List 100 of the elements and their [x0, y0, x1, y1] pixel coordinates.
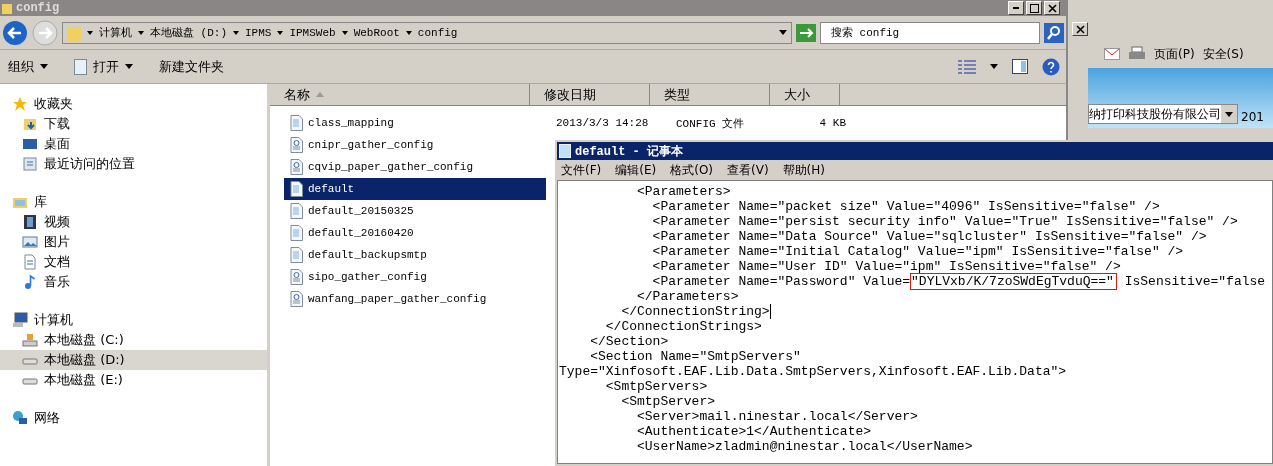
nav-item[interactable]: 计算机 [0, 310, 267, 330]
refresh-icon[interactable] [796, 23, 816, 42]
toolbar-button[interactable]: 组织 [6, 55, 50, 78]
toolbar-menu[interactable]: 页面(P) [1154, 45, 1195, 63]
file-name: wanfang_paper_gather_config [308, 293, 488, 305]
breadcrumb-item[interactable]: 本地磁盘 (D:) [150, 25, 227, 40]
nav-item[interactable]: 本地磁盘 (E:) [0, 370, 267, 390]
search-field[interactable]: 搜索 config [820, 21, 1040, 44]
recent-places-icon [22, 156, 38, 172]
column-header[interactable]: 修改日期 [530, 84, 650, 105]
minimize-button[interactable] [1008, 1, 1024, 15]
caret-icon[interactable] [990, 64, 998, 69]
settings-file-icon [289, 269, 303, 285]
desktop-icon [22, 136, 38, 152]
code-line: <Parameter Name="Initial Catalog" Value="ipm" IsSensitive="false" /> [651, 244, 1184, 259]
file-row[interactable]: default_20160420 [284, 222, 546, 244]
column-header[interactable]: 类型 [650, 84, 770, 105]
column-header[interactable]: 名称 [270, 84, 530, 105]
toolbar-button[interactable]: 打开 [72, 55, 135, 78]
back-icon[interactable] [2, 19, 28, 46]
nav-item[interactable]: 图片 [0, 232, 267, 252]
file-row[interactable]: default_backupsmtp [284, 244, 546, 266]
code-line: <SmtpServers> [604, 379, 708, 394]
nav-item[interactable]: 收藏夹 [0, 94, 267, 114]
file-row[interactable]: sipo_gather_config [284, 266, 546, 288]
settings-file-icon [289, 137, 303, 153]
code-line: <UserName>zladmin@ninestar.local</UserName> [636, 439, 973, 454]
code-line: <Parameter Name="Data Source" Value="sqlcluster" IsSensitive="false" /> [651, 229, 1207, 244]
text-file-icon [289, 247, 303, 263]
text-file-icon [289, 115, 303, 131]
close-button[interactable] [1072, 22, 1088, 36]
picture-icon [22, 234, 38, 250]
menu-item[interactable]: 帮助(H) [782, 161, 825, 179]
code-line: <SmtpServer> [620, 394, 716, 409]
breadcrumb-item[interactable]: WebRoot [353, 26, 400, 39]
computer-icon [12, 312, 28, 328]
nav-item[interactable]: 文档 [0, 252, 267, 272]
text-file-icon [289, 181, 303, 197]
film-icon [22, 214, 38, 230]
printer-icon[interactable] [1128, 46, 1146, 62]
column-header[interactable]: 大小 [770, 84, 840, 105]
code-line: <Server>mail.ninestar.local</Server> [636, 409, 918, 424]
caret-icon [233, 30, 239, 35]
file-row[interactable]: default_20150325 [284, 200, 546, 222]
code-line: </ConnectionString> [620, 304, 770, 319]
nav-item[interactable]: 最近访问的位置 [0, 154, 267, 174]
maximize-button[interactable] [1026, 1, 1042, 15]
size-cell-text: 4 KB [818, 117, 846, 129]
nav-item[interactable]: 网络 [0, 408, 267, 428]
caret-icon [40, 64, 48, 69]
file-row[interactable]: cnipr_gather_config [284, 134, 546, 156]
code-line: </Parameters> [636, 289, 739, 304]
breadcrumb-item[interactable]: 计算机 [99, 25, 132, 40]
minimize-icon [1013, 7, 1019, 9]
nav-item[interactable]: 音乐 [0, 272, 267, 292]
nav-item[interactable]: 本地磁盘 (C:) [0, 330, 267, 350]
breadcrumb-item[interactable]: IPMS [245, 26, 272, 39]
menu-item[interactable]: 编辑(E) [615, 161, 657, 179]
text-cursor [769, 304, 771, 319]
code-line: <Section Name="SmtpServers" [589, 349, 801, 364]
nav-item[interactable]: 库 [0, 192, 267, 212]
code-line: </Section> [589, 334, 669, 349]
preview-pane-icon[interactable] [1012, 59, 1028, 74]
caret-icon[interactable] [779, 30, 787, 35]
menu-item[interactable]: 查看(V) [727, 161, 769, 179]
code-line: <Parameter Name="User ID" Value="ipm" IsSensitive="false" /> [651, 259, 1121, 274]
file-name: class_mapping [308, 117, 395, 129]
mail-icon[interactable] [1104, 48, 1120, 60]
nav-item[interactable]: 桌面 [0, 134, 267, 154]
star-icon [12, 96, 28, 112]
caret-icon [405, 30, 412, 35]
code-line: <Parameter Name="Password" Value= [651, 274, 911, 289]
help-icon[interactable] [1042, 57, 1060, 76]
menu-item[interactable]: 文件(F) [561, 161, 602, 179]
nav-item[interactable]: 本地磁盘 (D:) [0, 350, 267, 370]
caret-icon [138, 30, 144, 35]
company-dropdown[interactable]: 纳打印科技股份有限公司 [1088, 104, 1238, 124]
address-bar[interactable]: 计算机 本地磁盘 (D:) IPMS IPMSWeb WebRoot config [62, 21, 792, 44]
file-row[interactable]: cqvip_paper_gather_config [284, 156, 546, 178]
year-text: 201 [1241, 110, 1264, 124]
menu-item[interactable]: 格式(O) [670, 161, 714, 179]
highlighted-value: "DYLVxb/K/7zoSWdEgTvduQ==" [910, 273, 1117, 290]
nav-item[interactable]: 视频 [0, 212, 267, 232]
code-line: <Parameter Name="packet size" Value="4096" IsSensitive="false" /> [651, 199, 1160, 214]
caret-icon [125, 64, 133, 69]
close-button[interactable] [1044, 1, 1060, 15]
download-folder-icon [22, 116, 38, 132]
file-name: default_backupsmtp [308, 249, 428, 261]
breadcrumb-item[interactable]: config [417, 26, 458, 39]
file-name: default_20150325 [308, 205, 415, 217]
file-row[interactable]: default [284, 178, 546, 200]
nav-item[interactable]: 下载 [0, 114, 267, 134]
toolbar-menu[interactable]: 安全(S) [1202, 45, 1244, 63]
file-row[interactable]: wanfang_paper_gather_config [284, 288, 546, 310]
code-line: <Parameters> [636, 184, 731, 199]
file-row[interactable]: class_mapping 2013/3/3 14:28 CONFIG 文件 4 KB [284, 112, 846, 134]
breadcrumb-item[interactable]: IPMSWeb [289, 26, 336, 39]
toolbar-button[interactable]: 新建文件夹 [157, 55, 226, 78]
file-name: default [308, 183, 356, 195]
search-icon[interactable] [1044, 22, 1064, 43]
